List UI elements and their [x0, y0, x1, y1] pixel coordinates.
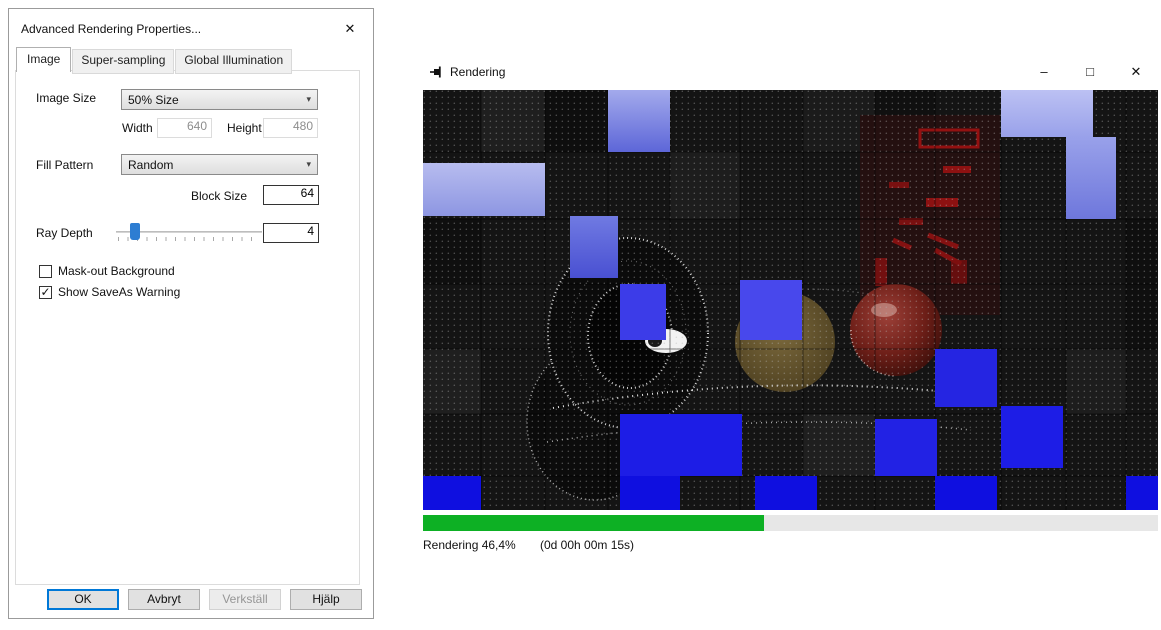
width-label: Width	[122, 121, 153, 135]
checkbox-box[interactable]: ✓	[39, 286, 52, 299]
tab-image[interactable]: Image	[16, 47, 71, 72]
render-block	[620, 476, 680, 510]
show-saveas-warning-checkbox[interactable]: ✓ Show SaveAs Warning	[39, 285, 180, 299]
height-label: Height	[227, 121, 262, 135]
help-button[interactable]: Hjälp	[290, 589, 362, 610]
fill-pattern-value: Random	[128, 158, 306, 172]
render-status-time: (0d 00h 00m 15s)	[540, 538, 634, 552]
checkbox-label: Mask-out Background	[58, 264, 175, 278]
cancel-button[interactable]: Avbryt	[128, 589, 200, 610]
render-block	[1001, 90, 1093, 137]
render-block	[1001, 406, 1063, 468]
image-size-value: 50% Size	[128, 93, 306, 107]
image-size-label: Image Size	[36, 91, 96, 105]
pin-icon	[429, 65, 443, 79]
fill-pattern-label: Fill Pattern	[36, 158, 93, 172]
block-size-field[interactable]: 64	[263, 185, 319, 205]
block-size-label: Block Size	[191, 189, 247, 203]
maximize-icon[interactable]: □	[1067, 55, 1113, 89]
render-block	[935, 476, 997, 510]
tab-global-illumination[interactable]: Global Illumination	[175, 49, 292, 74]
ray-depth-slider-thumb[interactable]	[130, 223, 140, 240]
minimize-icon[interactable]: –	[1021, 55, 1067, 89]
viewport-blocks	[423, 90, 1158, 510]
render-block	[620, 284, 666, 340]
fill-pattern-dropdown[interactable]: Random ▾	[121, 154, 318, 175]
checkbox-box[interactable]	[39, 265, 52, 278]
render-block	[570, 216, 618, 278]
rendering-titlebar[interactable]: Rendering – □ ✕	[421, 55, 1159, 89]
render-block	[875, 419, 937, 476]
render-status-percent: Rendering 46,4%	[423, 538, 516, 552]
render-block	[1066, 137, 1116, 219]
apply-button[interactable]: Verkställ	[209, 589, 281, 610]
width-field[interactable]: 640	[157, 118, 212, 138]
close-icon[interactable]: ✕	[1113, 55, 1159, 89]
render-progress-bar	[423, 515, 1158, 531]
image-size-dropdown[interactable]: 50% Size ▾	[121, 89, 318, 110]
ray-depth-field[interactable]: 4	[263, 223, 319, 243]
ok-button[interactable]: OK	[47, 589, 119, 610]
tab-content-frame	[15, 70, 360, 585]
render-block	[1126, 476, 1158, 510]
checkbox-label: Show SaveAs Warning	[58, 285, 180, 299]
tab-super-sampling[interactable]: Super-sampling	[72, 49, 174, 74]
render-block	[755, 476, 817, 510]
render-block	[740, 280, 802, 340]
render-block	[620, 414, 742, 476]
chevron-down-icon: ▾	[306, 95, 311, 104]
window-title: Rendering	[450, 65, 505, 79]
ray-depth-slider[interactable]	[116, 223, 262, 247]
render-block	[608, 90, 670, 152]
render-viewport	[423, 90, 1158, 510]
mask-out-background-checkbox[interactable]: Mask-out Background	[39, 264, 175, 278]
dialog-tabs: Image Super-sampling Global Illumination	[16, 49, 293, 74]
rendering-window: Rendering – □ ✕	[421, 55, 1159, 575]
dialog-titlebar[interactable]: Advanced Rendering Properties... ✕	[9, 9, 373, 49]
advanced-rendering-properties-dialog: Advanced Rendering Properties... ✕ Image…	[8, 8, 374, 619]
dialog-title: Advanced Rendering Properties...	[21, 22, 339, 36]
height-field[interactable]: 480	[263, 118, 318, 138]
render-status-line: Rendering 46,4% (0d 00h 00m 15s)	[423, 538, 1158, 554]
render-block	[935, 349, 997, 407]
chevron-down-icon: ▾	[306, 160, 311, 169]
caption-buttons: – □ ✕	[1021, 55, 1159, 89]
close-icon[interactable]: ✕	[339, 21, 361, 37]
render-progress-fill	[423, 515, 764, 531]
render-block	[423, 476, 481, 510]
ray-depth-label: Ray Depth	[36, 226, 93, 240]
render-block	[423, 163, 545, 216]
